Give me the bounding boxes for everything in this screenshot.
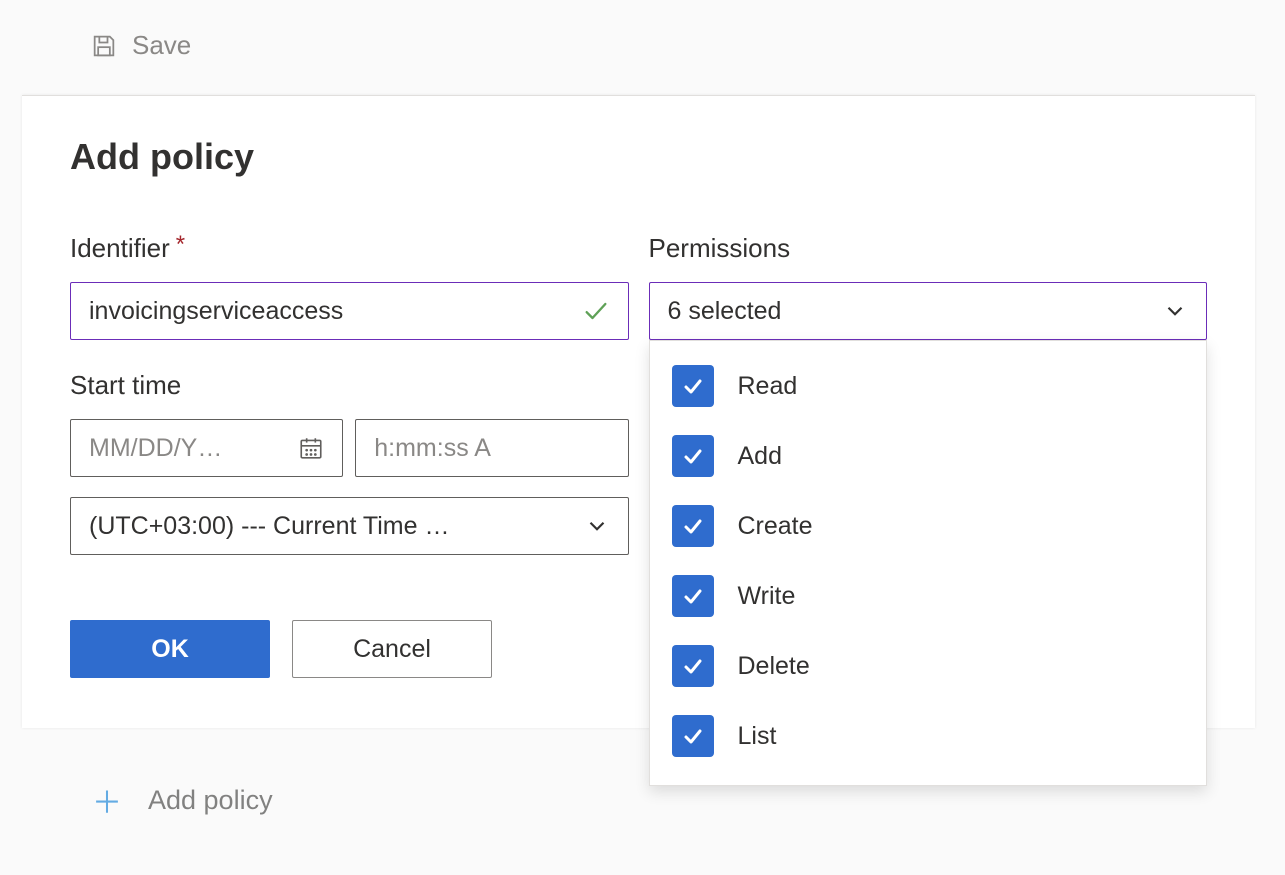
save-button-label[interactable]: Save (132, 30, 191, 61)
permission-option-label: List (738, 722, 777, 751)
add-policy-row[interactable]: ＋ Add policy (92, 778, 273, 822)
add-policy-label: Add policy (148, 785, 273, 816)
start-date-placeholder: MM/DD/Y… (89, 434, 286, 463)
ok-button[interactable]: OK (70, 620, 270, 678)
permission-option-label: Write (738, 582, 796, 611)
permission-option[interactable]: Create (650, 491, 1207, 561)
permissions-label-text: Permissions (649, 233, 791, 264)
permission-option[interactable]: Add (650, 421, 1207, 491)
permission-option-label: Delete (738, 652, 810, 681)
start-time-label-text: Start time (70, 370, 181, 401)
chevron-down-icon (1162, 298, 1188, 324)
left-column: Identifier * Start time MM/DD/Y… (70, 233, 629, 678)
save-icon[interactable] (90, 32, 118, 60)
identifier-input-wrapper[interactable] (70, 282, 629, 340)
permission-option[interactable]: List (650, 701, 1207, 771)
valid-icon (582, 297, 610, 325)
checkbox[interactable] (672, 715, 714, 757)
plus-icon: ＋ (92, 778, 122, 822)
permission-option[interactable]: Delete (650, 631, 1207, 701)
start-time-input[interactable]: h:mm:ss A (355, 419, 628, 477)
chevron-down-icon (584, 513, 610, 539)
permissions-dropdown[interactable]: Read Add Create Write Delete List (649, 340, 1208, 786)
permissions-label: Permissions (649, 233, 1208, 264)
cancel-button[interactable]: Cancel (292, 620, 492, 678)
checkbox[interactable] (672, 435, 714, 477)
timezone-value: (UTC+03:00) --- Current Time … (89, 512, 450, 541)
identifier-label: Identifier * (70, 233, 629, 264)
identifier-input[interactable] (89, 297, 582, 326)
checkbox[interactable] (672, 365, 714, 407)
permission-option-label: Add (738, 442, 782, 471)
identifier-label-text: Identifier (70, 233, 170, 264)
start-time-placeholder: h:mm:ss A (374, 434, 609, 463)
checkbox[interactable] (672, 575, 714, 617)
calendar-icon[interactable] (298, 435, 324, 461)
timezone-select[interactable]: (UTC+03:00) --- Current Time … (70, 497, 629, 555)
permission-option-label: Read (738, 372, 798, 401)
permission-option[interactable]: Read (650, 351, 1207, 421)
panel-title: Add policy (70, 136, 1207, 178)
start-time-label: Start time (70, 370, 629, 401)
required-mark: * (176, 233, 185, 257)
checkbox[interactable] (672, 505, 714, 547)
permissions-select[interactable]: 6 selected (649, 282, 1208, 340)
permission-option[interactable]: Write (650, 561, 1207, 631)
permissions-summary: 6 selected (668, 297, 782, 326)
checkbox[interactable] (672, 645, 714, 687)
permission-option-label: Create (738, 512, 813, 541)
toolbar: Save (0, 0, 1285, 81)
start-date-input[interactable]: MM/DD/Y… (70, 419, 343, 477)
